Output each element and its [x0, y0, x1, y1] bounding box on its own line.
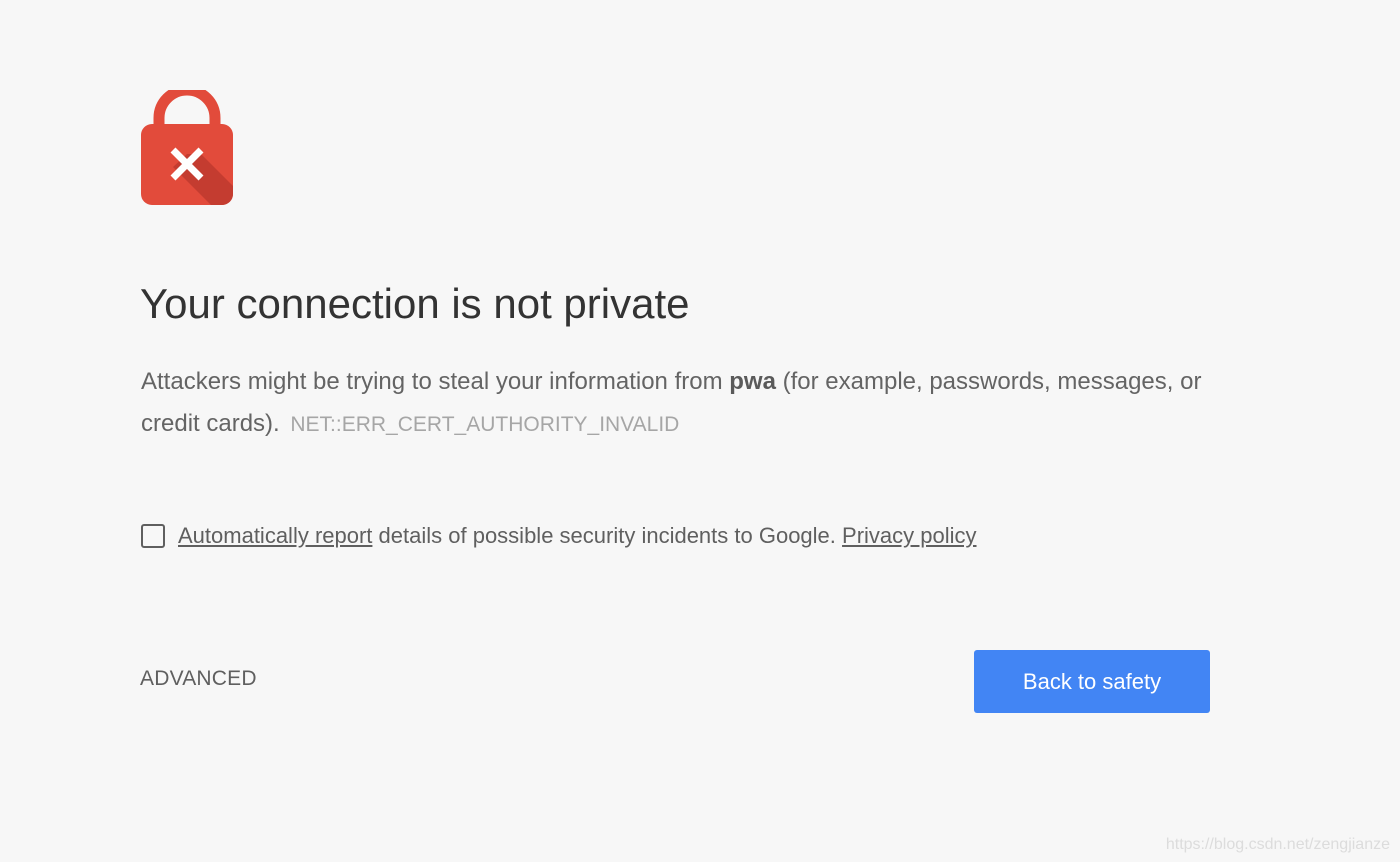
report-description: Automatically report details of possible… — [178, 523, 977, 549]
automatically-report-link[interactable]: Automatically report — [178, 523, 372, 548]
watermark-text: https://blog.csdn.net/zengjianze — [1165, 836, 1390, 853]
report-option: Automatically report details of possible… — [141, 521, 977, 551]
lock-error-icon — [141, 90, 233, 206]
advanced-button[interactable]: ADVANCED — [140, 667, 257, 691]
host-name: pwa — [729, 368, 776, 395]
report-text: details of possible security incidents t… — [378, 523, 836, 548]
message-text-before-host: Attackers might be trying to steal your … — [141, 368, 723, 395]
main-message: Attackers might be trying to steal your … — [141, 361, 1210, 446]
interstitial-container: Your connection is not private Attackers… — [140, 0, 1210, 862]
error-code: NET::ERR_CERT_AUTHORITY_INVALID — [290, 413, 680, 436]
page-title: Your connection is not private — [140, 280, 690, 327]
privacy-policy-link[interactable]: Privacy policy — [842, 523, 976, 548]
report-checkbox[interactable] — [141, 524, 165, 548]
back-to-safety-button[interactable]: Back to safety — [974, 650, 1210, 713]
